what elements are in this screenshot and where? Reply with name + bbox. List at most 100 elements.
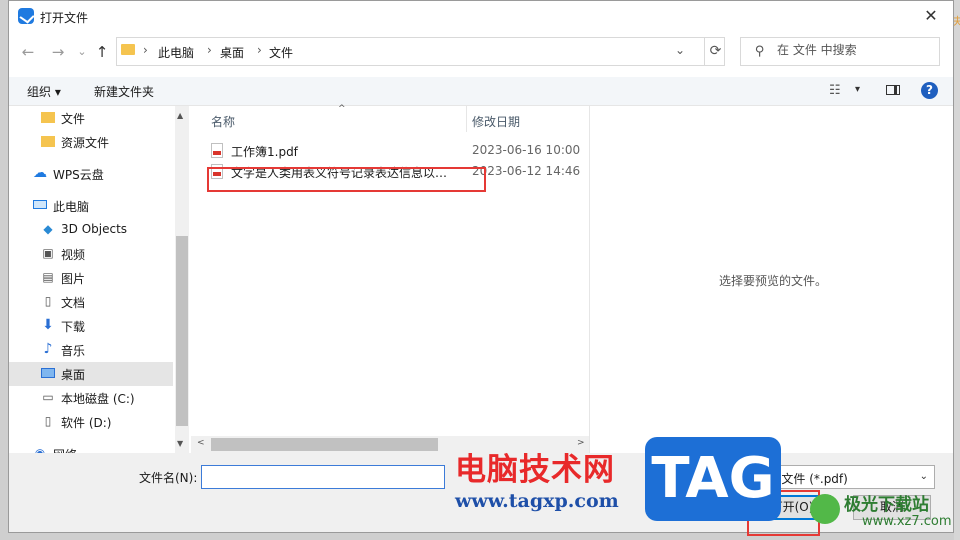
- document-icon: ▯: [44, 294, 52, 308]
- navigation-bar: ← → ⌄ ↑ › 此电脑 › 桌面 › 文件 ⌄ ⟳ ⚲: [9, 35, 953, 71]
- background-window-edge: [954, 0, 960, 540]
- sidebar-item-drive-c[interactable]: ▭ 本地磁盘 (C:): [9, 386, 173, 410]
- folder-icon: [41, 112, 55, 123]
- address-dropdown-icon[interactable]: ⌄: [675, 43, 685, 57]
- sidebar-item-label: 图片: [61, 272, 86, 286]
- watermark-site-url: www.tagxp.com: [455, 490, 619, 512]
- sidebar-item-label: 此电脑: [53, 200, 90, 214]
- folder-icon: [121, 44, 135, 55]
- file-name: 文字是人类用表义符号记录表达信息以传之久远的方式和工具.pdf: [231, 166, 459, 180]
- sidebar-item-label: WPS云盘: [53, 168, 104, 182]
- column-header-date[interactable]: 修改日期: [472, 113, 520, 130]
- sidebar-item-videos[interactable]: ▣ 视频: [9, 242, 173, 266]
- file-row[interactable]: 工作簿1.pdf 2023-06-16 10:00: [191, 140, 589, 162]
- breadcrumb-separator: ›: [207, 43, 212, 57]
- file-date: 2023-06-12 14:46: [472, 164, 581, 178]
- folder-icon: [41, 136, 55, 147]
- filename-input[interactable]: [201, 465, 445, 489]
- watermark-site-name: 电脑技术网: [455, 452, 615, 488]
- help-icon[interactable]: ?: [921, 82, 938, 99]
- sidebar-item-label: 下载: [61, 320, 86, 334]
- breadcrumb-separator: ›: [257, 43, 262, 57]
- app-logo-icon: [18, 8, 34, 24]
- drive-icon: ▯: [44, 414, 52, 428]
- sidebar-item-downloads[interactable]: ⬇ 下载: [9, 314, 173, 338]
- cube-icon: ◆: [43, 222, 53, 236]
- sidebar-item-wps-cloud[interactable]: ☁ WPS云盘: [9, 162, 173, 186]
- watermark-jg-url: www.xz7.com: [862, 514, 952, 529]
- sidebar-item-this-pc[interactable]: 此电脑: [9, 194, 173, 218]
- pdf-file-icon: [211, 143, 223, 158]
- sidebar-item-label: 3D Objects: [61, 222, 128, 236]
- breadcrumb-separator: ›: [143, 43, 148, 57]
- close-button[interactable]: ✕: [909, 1, 953, 31]
- pdf-file-icon: [211, 164, 223, 179]
- sidebar-item-music[interactable]: ♪ 音乐: [9, 338, 173, 362]
- sidebar-item-label: 视频: [61, 248, 86, 262]
- watermark-jg-name: 极光下载站: [844, 495, 929, 515]
- refresh-button[interactable]: ⟳: [704, 38, 726, 65]
- computer-icon: [33, 200, 47, 209]
- breadcrumb-this-pc[interactable]: 此电脑: [158, 44, 194, 61]
- sidebar-item-label: 本地磁盘 (C:): [61, 392, 135, 406]
- sidebar-item-resources[interactable]: 资源文件: [9, 130, 173, 154]
- search-input[interactable]: [777, 43, 927, 57]
- sidebar-item-desktop[interactable]: 桌面: [9, 362, 173, 386]
- desktop-icon: [41, 368, 55, 378]
- column-divider[interactable]: [466, 106, 467, 132]
- preview-pane: 选择要预览的文件。: [591, 106, 953, 453]
- sidebar-item-label: 桌面: [61, 368, 86, 382]
- file-list: ^ 名称 修改日期 工作簿1.pdf 2023-06-16 10:00 文字是人…: [191, 104, 590, 453]
- sidebar-item-3d-objects[interactable]: ◆ 3D Objects: [9, 218, 173, 242]
- sidebar-item-pictures[interactable]: ▤ 图片: [9, 266, 173, 290]
- column-header-name[interactable]: 名称: [211, 113, 235, 130]
- sidebar-item-label: 软件 (D:): [61, 416, 112, 430]
- sidebar-item-files[interactable]: 文件: [9, 106, 173, 130]
- breadcrumb-files[interactable]: 文件: [269, 44, 293, 61]
- drive-icon: ▭: [42, 390, 54, 404]
- sidebar-item-label: 音乐: [61, 344, 86, 358]
- video-icon: ▣: [42, 246, 54, 260]
- preview-placeholder: 选择要预览的文件。: [718, 274, 827, 288]
- sidebar-item-label: 网络: [53, 446, 77, 453]
- music-icon: ♪: [43, 341, 53, 357]
- sidebar-scrollbar-thumb[interactable]: [176, 236, 188, 426]
- download-icon: ⬇: [42, 317, 54, 333]
- title-bar: 打开文件 ✕: [9, 1, 953, 33]
- sort-arrow-icon: ^: [338, 104, 346, 114]
- sidebar-item-label: 资源文件: [61, 136, 110, 150]
- forward-button[interactable]: →: [47, 41, 69, 63]
- horizontal-scrollbar-thumb[interactable]: [211, 438, 438, 451]
- sidebar-item-documents[interactable]: ▯ 文档: [9, 290, 173, 314]
- scroll-up-icon[interactable]: ▲: [177, 111, 183, 120]
- watermark-jg-logo-icon: [810, 494, 840, 524]
- chevron-down-icon: ⌄: [919, 471, 928, 482]
- file-name: 工作簿1.pdf: [231, 145, 298, 159]
- command-toolbar: 组织 ▾ 新建文件夹 ☷ ▾ ?: [9, 77, 953, 106]
- scroll-left-icon[interactable]: <: [197, 438, 205, 448]
- file-row[interactable]: 文字是人类用表义符号记录表达信息以传之久远的方式和工具.pdf 2023-06-…: [191, 161, 589, 183]
- view-options-icon[interactable]: ☷: [829, 83, 841, 98]
- back-button[interactable]: ←: [17, 41, 39, 63]
- picture-icon: ▤: [42, 270, 54, 284]
- window-title: 打开文件: [40, 11, 89, 25]
- navigation-pane: 文件 资源文件 ☁ WPS云盘 此电脑 ◆ 3D Objects ▣ 视频 ▤ …: [9, 106, 189, 453]
- watermark-tag-logo: TAG: [645, 437, 781, 521]
- breadcrumb-desktop[interactable]: 桌面: [220, 44, 244, 61]
- sidebar-item-drive-d[interactable]: ▯ 软件 (D:): [9, 410, 173, 434]
- filename-label: 文件名(N):: [139, 471, 198, 485]
- recent-locations-dropdown[interactable]: ⌄: [71, 41, 93, 63]
- organize-menu[interactable]: 组织 ▾: [27, 83, 61, 100]
- cloud-icon: ☁: [33, 165, 47, 181]
- preview-pane-icon[interactable]: [886, 85, 900, 95]
- sidebar-item-network[interactable]: ◉ 网络: [9, 442, 173, 454]
- up-button[interactable]: ↑: [91, 41, 113, 63]
- file-date: 2023-06-16 10:00: [472, 143, 581, 157]
- scroll-down-icon[interactable]: ▼: [177, 439, 183, 448]
- new-folder-button[interactable]: 新建文件夹: [94, 83, 154, 100]
- view-dropdown-icon[interactable]: ▾: [855, 84, 860, 95]
- sidebar-item-label: 文件: [61, 112, 86, 126]
- address-bar[interactable]: › 此电脑 › 桌面 › 文件 ⌄ ⟳: [116, 37, 725, 66]
- sidebar-item-label: 文档: [61, 296, 86, 310]
- search-icon: ⚲: [755, 44, 765, 59]
